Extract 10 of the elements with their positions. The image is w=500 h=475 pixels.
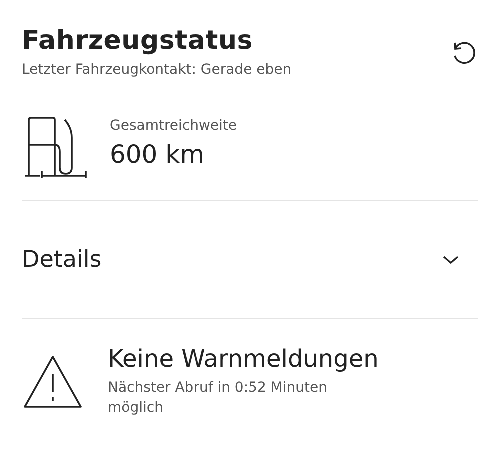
range-value: 600 km — [110, 140, 206, 168]
last-contact-text: Letzter Fahrzeugkontakt: Gerade eben — [22, 62, 292, 78]
warning-icon — [22, 354, 84, 410]
page-title: Fahrzeugstatus — [22, 26, 254, 56]
next-check-text: Nächster Abruf in 0:52 Minuten möglich — [108, 379, 328, 418]
details-row[interactable]: Details — [22, 201, 478, 319]
warning-title: Keine Warnmeldungen — [108, 345, 380, 373]
fuel-pump-icon — [24, 114, 90, 178]
range-label: Gesamtreichweite — [110, 118, 238, 134]
chevron-icon — [442, 254, 460, 266]
